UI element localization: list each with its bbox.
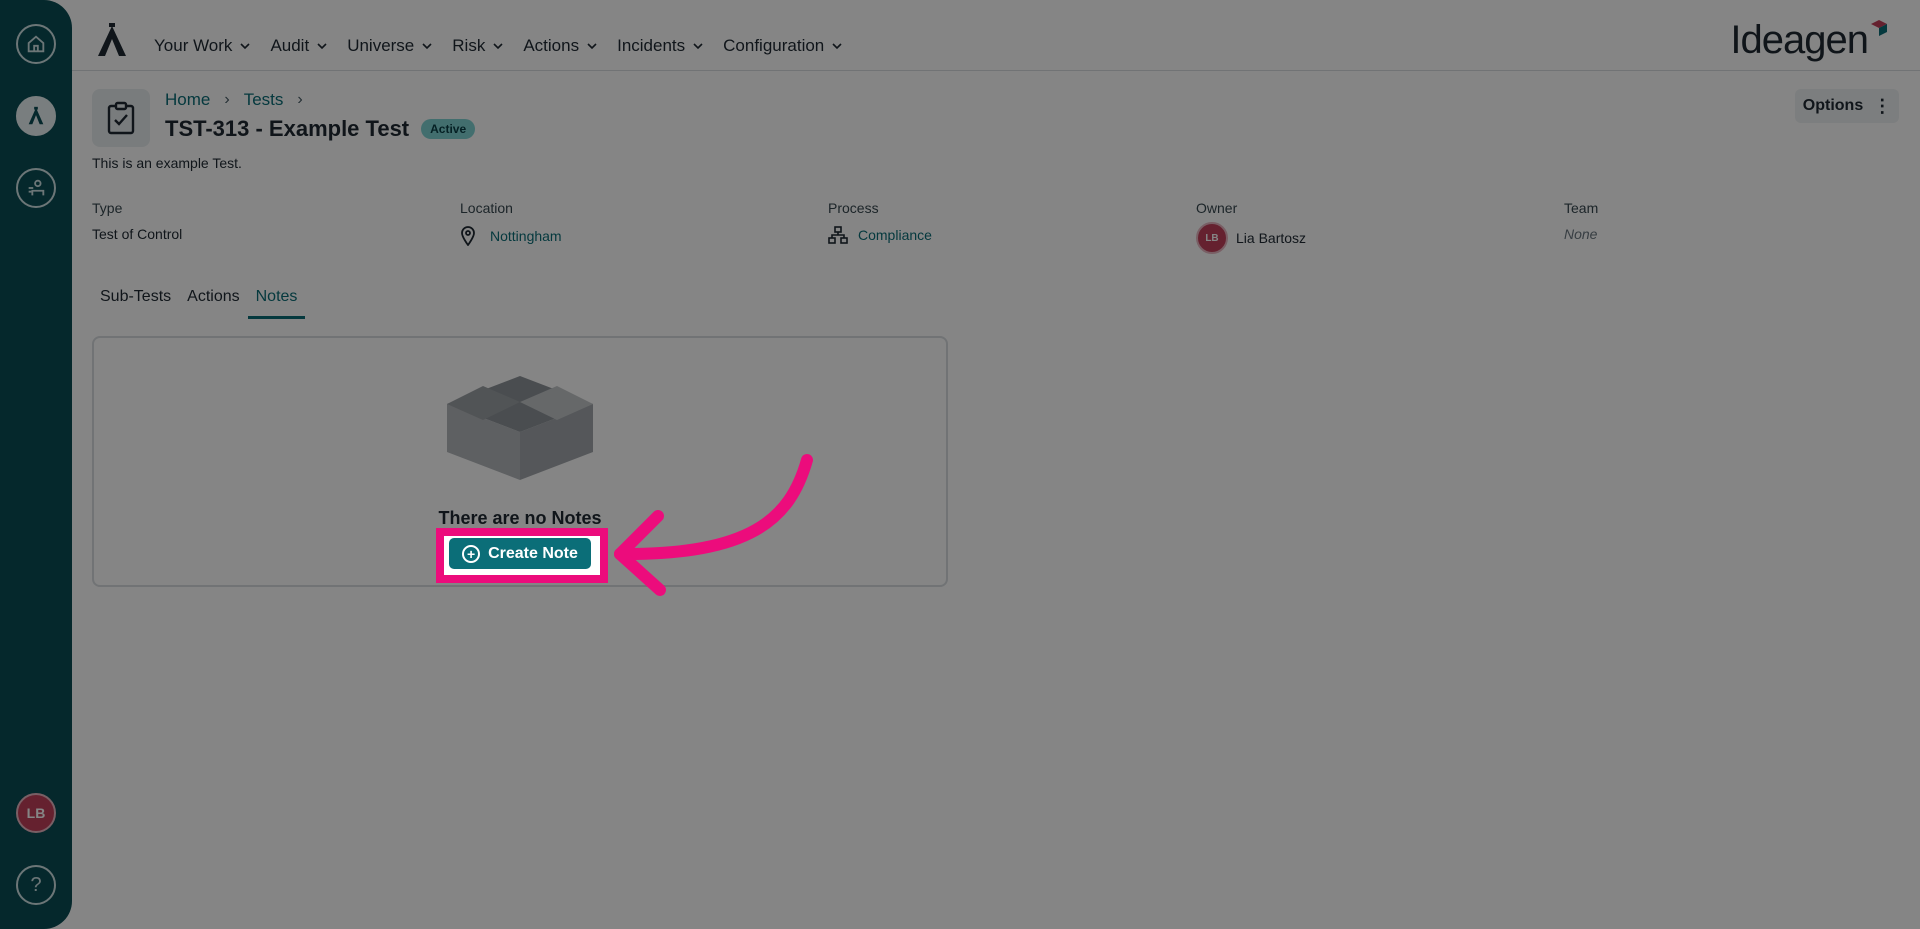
options-label: Options <box>1802 97 1864 114</box>
nav-your-work[interactable]: Your Work <box>154 36 251 56</box>
chevron-down-icon <box>832 43 842 50</box>
chevron-down-icon <box>317 43 327 50</box>
owner-name: Lia Bartosz <box>1236 230 1307 246</box>
nav-label: Configuration <box>723 36 825 55</box>
people-icon <box>28 179 45 196</box>
create-note-button-highlighted[interactable]: + Create Note <box>449 538 591 569</box>
empty-box-illustration <box>447 376 593 480</box>
property-type: Type Test of Control <box>92 200 182 242</box>
nav-label: Your Work <box>154 36 233 55</box>
breadcrumb-tests[interactable]: Tests <box>244 90 284 110</box>
nav-actions[interactable]: Actions <box>523 36 597 56</box>
nav-audit[interactable]: Audit <box>270 36 327 56</box>
property-owner: Owner LB Lia Bartosz <box>1196 200 1306 254</box>
breadcrumb-home[interactable]: Home <box>165 90 210 110</box>
brand-logo: Ideagen <box>1730 18 1869 62</box>
more-vertical-icon: ⋮ <box>1873 96 1892 116</box>
hierarchy-icon <box>828 226 848 244</box>
property-value: None <box>1564 226 1598 242</box>
nav-label: Audit <box>270 36 310 55</box>
main-nav: Your Work Audit Universe Risk Actions In… <box>154 36 862 56</box>
chevron-down-icon <box>587 43 597 50</box>
chevron-right-icon: › <box>297 91 303 108</box>
map-pin-icon <box>461 226 475 246</box>
tab-notes[interactable]: Notes <box>247 288 306 319</box>
chevron-down-icon <box>422 43 432 50</box>
nav-universe[interactable]: Universe <box>347 36 432 56</box>
nav-label: Incidents <box>617 36 686 55</box>
chevron-down-icon <box>493 43 503 50</box>
chevron-down-icon <box>240 43 251 50</box>
plus-circle-icon: + <box>462 544 481 563</box>
property-label: Type <box>92 200 123 216</box>
app-logo-icon[interactable] <box>94 22 130 58</box>
home-icon <box>27 35 45 53</box>
nav-label: Universe <box>347 36 415 55</box>
nav-risk[interactable]: Risk <box>452 36 503 56</box>
tab-actions[interactable]: Actions <box>179 288 247 319</box>
status-badge: Active <box>421 119 476 139</box>
property-label: Owner <box>1196 200 1238 216</box>
nav-label: Risk <box>452 36 486 55</box>
options-button[interactable]: Options ⋮ <box>1795 89 1899 123</box>
home-rail-button[interactable] <box>16 24 56 64</box>
help-button[interactable]: ? <box>16 865 56 905</box>
property-label: Team <box>1564 200 1599 216</box>
tab-sub-tests[interactable]: Sub-Tests <box>92 288 179 319</box>
left-rail: LB ? <box>0 0 72 929</box>
pointer-arrow-icon <box>614 454 813 596</box>
audit-app-rail-button[interactable] <box>16 96 56 136</box>
owner-avatar: LB <box>1196 222 1228 254</box>
app-logo-icon <box>28 106 44 125</box>
page-title: TST-313 - Example Test <box>165 116 410 141</box>
property-team: Team None <box>1564 200 1598 242</box>
user-avatar[interactable]: LB <box>16 793 56 833</box>
breadcrumb: Home › Tests › <box>165 90 317 110</box>
location-link[interactable]: Nottingham <box>490 228 562 244</box>
property-label: Process <box>828 200 879 216</box>
chevron-right-icon: › <box>224 91 230 108</box>
property-location: Location Nottingham <box>460 200 562 246</box>
nav-incidents[interactable]: Incidents <box>617 36 703 56</box>
nav-label: Actions <box>523 36 580 55</box>
title-row: TST-313 - Example Test Active <box>165 116 476 142</box>
property-process: Process Compliance <box>828 200 932 244</box>
create-note-label: Create Note <box>488 544 578 562</box>
process-link[interactable]: Compliance <box>858 227 932 243</box>
nav-configuration[interactable]: Configuration <box>723 36 842 56</box>
property-value: Test of Control <box>92 226 183 242</box>
property-label: Location <box>460 200 513 216</box>
tab-bar: Sub-Tests Actions Notes <box>92 288 306 319</box>
people-rail-button[interactable] <box>16 168 56 208</box>
top-navbar: Your Work Audit Universe Risk Actions In… <box>72 0 1920 71</box>
brand-mark-icon <box>1871 20 1887 36</box>
page-description: This is an example Test. <box>92 155 242 171</box>
test-clipboard-icon <box>92 89 150 147</box>
chevron-down-icon <box>693 43 703 50</box>
